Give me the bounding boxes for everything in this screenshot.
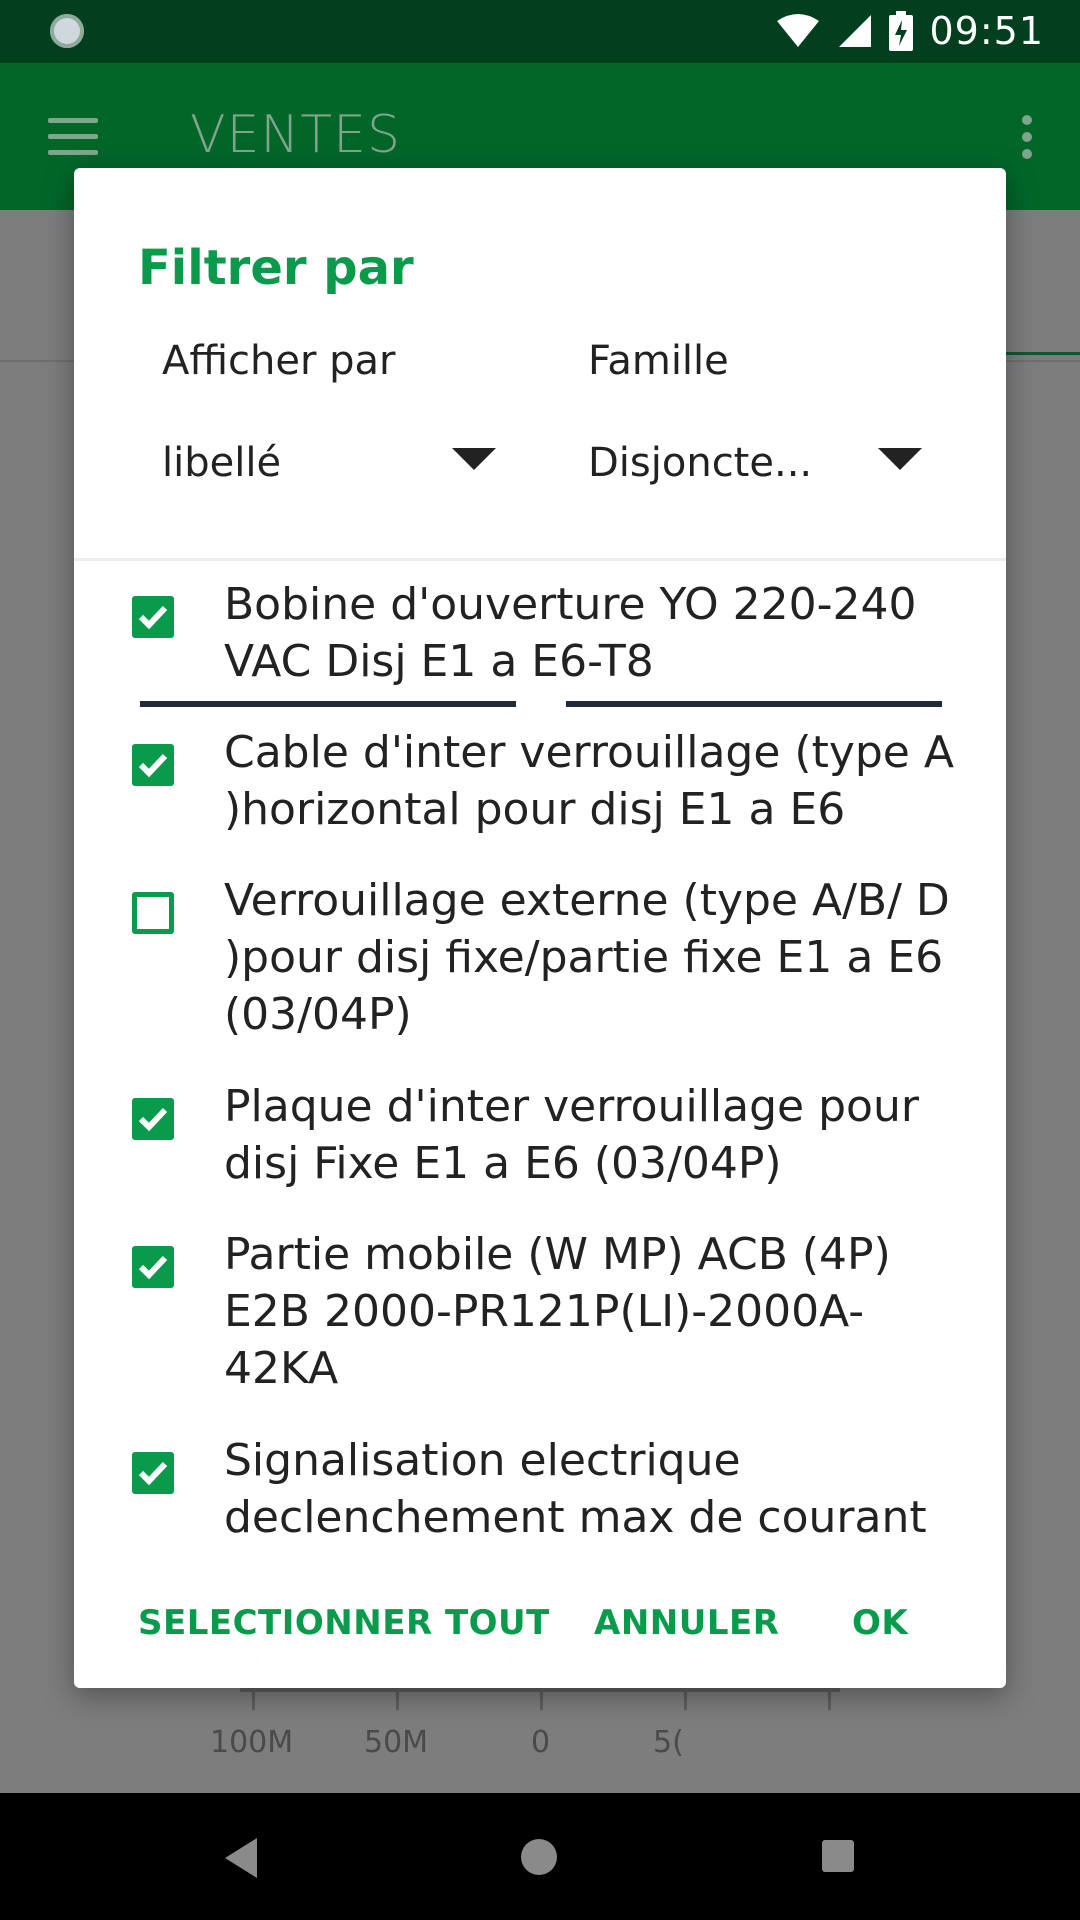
nav-recents-icon[interactable]: [822, 1840, 854, 1872]
family-label: Famille: [588, 338, 729, 384]
background-chart-tick: [252, 1688, 255, 1710]
checkbox[interactable]: [132, 596, 174, 638]
signal-icon: [839, 15, 872, 47]
background-tab-indicator: [1005, 352, 1080, 355]
status-bar: 09:51: [0, 0, 1080, 63]
checkbox[interactable]: [132, 744, 174, 786]
background-chart-tick-label: 100M: [210, 1725, 294, 1760]
list-item-label: Verrouillage externe (type A/B/ D )pour …: [224, 875, 950, 1040]
product-checklist[interactable]: Bobine d'ouverture YO 220-240 VAC Disj E…: [74, 576, 1006, 1538]
background-chart-tick: [540, 1688, 543, 1710]
filter-dialog: Filtrer par Afficher par libellé Famille…: [74, 168, 1006, 1688]
list-item-label: Signalisation electrique declenchement m…: [224, 1435, 927, 1538]
list-item-label: Partie mobile (W MP) ACB (4P) E2B 2000-P…: [224, 1229, 891, 1394]
dialog-divider: [74, 558, 1006, 561]
check-icon: [138, 605, 168, 630]
list-item-label: Cable d'inter verrouillage (type A )hori…: [224, 727, 954, 835]
display-by-value: libellé: [162, 440, 282, 486]
checkbox[interactable]: [132, 892, 174, 934]
status-icons: 09:51: [775, 8, 1044, 54]
wifi-icon: [777, 14, 820, 47]
list-item-label: Plaque d'inter verrouillage pour disj Fi…: [224, 1081, 919, 1189]
background-chart-tick: [828, 1688, 831, 1710]
overflow-icon[interactable]: [1022, 115, 1032, 159]
dialog-actions: SELECTIONNER TOUT ANNULER OK: [74, 1583, 1006, 1673]
navigation-bar: [0, 1793, 1080, 1920]
checkbox[interactable]: [132, 1452, 174, 1494]
background-chart-tick: [684, 1688, 687, 1710]
dropdown-arrow-icon: [452, 448, 496, 470]
family-value: Disjoncte...: [588, 440, 813, 486]
checkbox[interactable]: [132, 1246, 174, 1288]
background-chart-tick-label: 50M: [364, 1725, 429, 1760]
check-icon: [138, 1461, 168, 1486]
display-by-label: Afficher par: [162, 338, 396, 384]
background-chart-tick: [396, 1688, 399, 1710]
nav-back-icon[interactable]: [225, 1838, 257, 1878]
list-item-label: Bobine d'ouverture YO 220-240 VAC Disj E…: [224, 579, 917, 687]
ok-button[interactable]: OK: [852, 1603, 908, 1643]
nav-home-icon[interactable]: [521, 1839, 557, 1875]
check-icon: [138, 753, 168, 778]
cancel-button[interactable]: ANNULER: [594, 1603, 779, 1643]
background-chart-tick-label: 5(: [653, 1725, 684, 1760]
background-chart-tick-label: 0: [531, 1725, 551, 1760]
app-title: VENTES: [190, 105, 401, 165]
check-icon: [138, 1107, 168, 1132]
menu-icon[interactable]: [48, 118, 98, 156]
dialog-title: Filtrer par: [138, 240, 414, 296]
select-all-button[interactable]: SELECTIONNER TOUT: [138, 1603, 550, 1643]
battery-charging-icon: [889, 11, 914, 51]
checkbox[interactable]: [132, 1098, 174, 1140]
check-icon: [138, 1255, 168, 1280]
notification-icon: [50, 14, 84, 48]
status-time: 09:51: [929, 9, 1044, 53]
dropdown-arrow-icon: [878, 448, 922, 470]
